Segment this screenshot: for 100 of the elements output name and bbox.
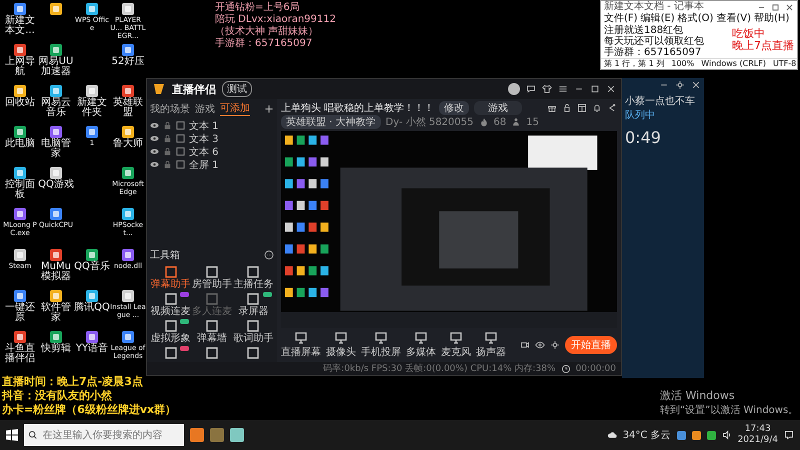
tool-button[interactable]: 弹幕助手 — [150, 265, 192, 290]
desktop-icon-label[interactable]: 控制面板 — [2, 180, 38, 200]
menu-item[interactable]: 文件(F) — [604, 13, 638, 25]
media-source-button[interactable]: 多媒体 — [406, 331, 436, 359]
app-icon[interactable] — [121, 207, 135, 221]
camera-icon[interactable] — [520, 340, 530, 350]
media-source-button[interactable]: 摄像头 — [326, 331, 356, 359]
media-source-button[interactable]: 麦克风 — [441, 331, 471, 359]
app-icon[interactable] — [85, 84, 99, 98]
app-icon[interactable] — [85, 2, 99, 16]
desktop-icon-label[interactable]: 英雄联盟 — [110, 98, 146, 118]
app-icon[interactable] — [13, 248, 27, 262]
category-tag[interactable]: 英雄联盟 · 大神教学 — [281, 115, 381, 129]
app-icon[interactable] — [49, 2, 63, 16]
tool-button[interactable]: 歌词助手 — [232, 319, 274, 344]
desktop-icon-label[interactable]: MuMu模拟器 — [38, 262, 74, 282]
app-icon[interactable] — [121, 125, 135, 139]
desktop-icon-label[interactable]: 软件管家 — [38, 303, 74, 323]
layout-icon[interactable] — [577, 103, 587, 113]
tool-button[interactable]: 录屏器 — [232, 292, 274, 317]
eye-icon[interactable] — [535, 340, 545, 350]
lock-icon[interactable] — [562, 103, 572, 113]
desktop-icon-label[interactable]: 回收站 — [5, 98, 35, 108]
app-icon[interactable] — [49, 248, 63, 262]
app-icon[interactable] — [49, 84, 63, 98]
desktop-icon-label[interactable]: QQ游戏 — [38, 180, 74, 190]
eye-icon[interactable] — [150, 147, 159, 156]
app-icon[interactable] — [121, 84, 135, 98]
app-icon[interactable] — [49, 289, 63, 303]
media-source-button[interactable]: 扬声器 — [476, 331, 506, 359]
category-field[interactable]: 游戏 — [474, 101, 522, 115]
volume-icon[interactable] — [722, 430, 732, 440]
close-icon[interactable] — [691, 80, 701, 90]
app-icon[interactable] — [13, 166, 27, 180]
chat-icon[interactable] — [526, 84, 536, 94]
menu-icon[interactable] — [558, 84, 568, 94]
app-icon[interactable] — [49, 207, 63, 221]
app-icon[interactable] — [49, 330, 63, 344]
media-source-button[interactable]: 手机投屏 — [361, 331, 401, 359]
media-source-button[interactable]: 直播屏幕 — [281, 331, 321, 359]
app-icon[interactable] — [13, 289, 27, 303]
app-icon[interactable] — [13, 125, 27, 139]
app-icon[interactable] — [85, 330, 99, 344]
desktop-icon-label[interactable]: 新建文件夹 — [74, 98, 110, 118]
desktop-icon-label[interactable]: 此电脑 — [5, 139, 35, 149]
more-icon[interactable] — [264, 250, 274, 260]
scene-tab[interactable]: 游戏 — [195, 102, 215, 116]
gift-icon[interactable] — [547, 103, 557, 113]
app-icon[interactable] — [85, 125, 99, 139]
shirt-icon[interactable] — [542, 84, 552, 94]
menu-item[interactable]: 查看(V) — [716, 13, 752, 25]
menu-item[interactable]: 编辑(E) — [640, 13, 675, 25]
app-icon[interactable] — [85, 289, 99, 303]
tool-button[interactable]: 虚拟形象 — [150, 319, 192, 344]
search-field[interactable]: 在这里输入你要搜索的内容 — [24, 424, 184, 446]
tool-button[interactable]: 视频连麦 — [150, 292, 192, 317]
desktop-icon-label[interactable]: 腾讯QQ — [74, 303, 110, 313]
app-icon[interactable] — [13, 2, 27, 16]
desktop-icon-label[interactable]: 快剪辑 — [41, 344, 71, 354]
desktop-icon-label[interactable]: 斗鱼直播伴侣 — [2, 344, 38, 364]
eye-icon[interactable] — [150, 160, 159, 169]
edit-button[interactable]: 修改 — [439, 101, 470, 115]
tool-button[interactable]: 弹幕墙 — [191, 319, 233, 344]
desktop-icon-label[interactable]: 网易UU加速器 — [38, 57, 74, 77]
app-icon[interactable] — [85, 248, 99, 262]
maximize-icon[interactable] — [771, 2, 780, 12]
scene-tab[interactable]: 可添加 — [220, 101, 250, 116]
menu-item[interactable]: 帮助(H) — [754, 13, 790, 25]
desktop-icon-label[interactable]: YY语音 — [76, 344, 108, 354]
avatar-icon[interactable] — [508, 83, 520, 95]
eye-icon[interactable] — [150, 121, 159, 130]
desktop-icon-label[interactable]: 鲁大师 — [113, 139, 143, 149]
app-icon[interactable] — [121, 166, 135, 180]
desktop-icon-label[interactable]: 新建文本文... — [2, 16, 38, 36]
start-icon[interactable] — [6, 429, 18, 441]
app-icon[interactable] — [13, 330, 27, 344]
app-icon[interactable] — [49, 166, 63, 180]
source-item[interactable]: 全屏 1 — [189, 158, 219, 172]
app-icon[interactable] — [49, 43, 63, 57]
app-icon[interactable] — [121, 248, 135, 262]
desktop-icon-label[interactable]: 网易云音乐 — [38, 98, 74, 118]
desktop-icon-label[interactable]: 电脑管家 — [38, 139, 74, 159]
weather-text[interactable]: 34°C 多云 — [622, 428, 671, 442]
source-item[interactable]: 文本 3 — [189, 132, 219, 146]
add-icon[interactable] — [264, 104, 274, 114]
app-icon[interactable] — [13, 43, 27, 57]
menu-item[interactable]: 格式(O) — [678, 13, 714, 25]
app-icon[interactable] — [49, 125, 63, 139]
bell-icon[interactable] — [592, 103, 602, 113]
version-badge[interactable]: 测试 — [222, 81, 252, 97]
close-icon[interactable] — [606, 84, 616, 94]
app-icon[interactable] — [121, 289, 135, 303]
tool-button[interactable]: 主播任务 — [232, 265, 274, 290]
desktop-icon-label[interactable]: 上网导航 — [2, 57, 38, 77]
source-item[interactable]: 文本 6 — [189, 144, 219, 158]
close-icon[interactable] — [785, 2, 794, 12]
scene-tab[interactable]: 我的场景 — [150, 102, 190, 116]
clock[interactable]: 17:43 2021/9/4 — [738, 424, 778, 446]
tool-button[interactable]: 房管助手 — [191, 265, 233, 290]
app-icon[interactable] — [121, 43, 135, 57]
